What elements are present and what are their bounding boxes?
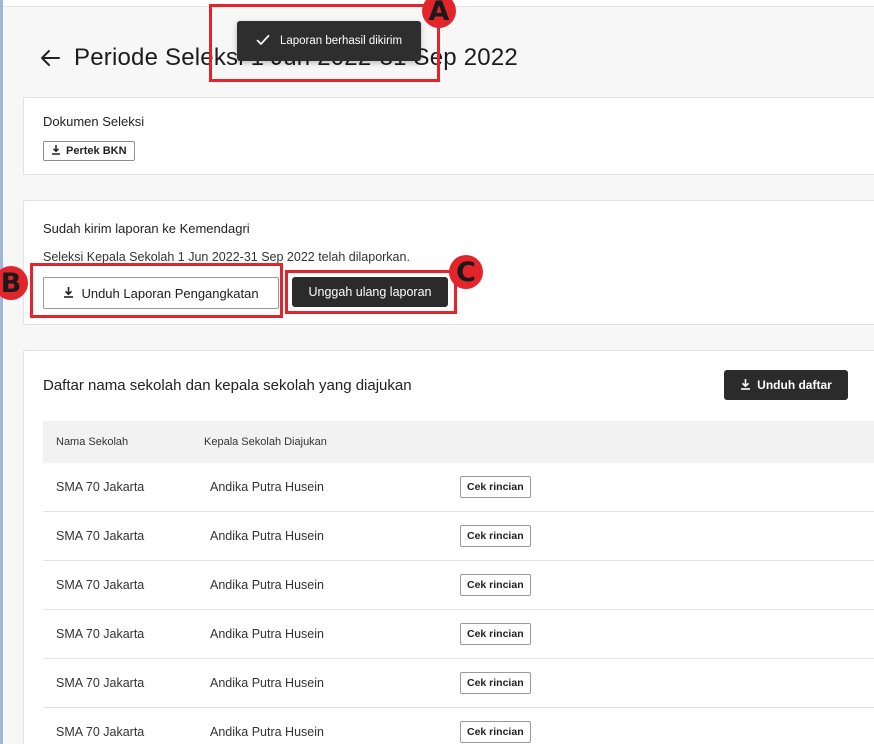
download-icon — [740, 378, 751, 393]
annotation-box-b — [30, 263, 283, 318]
school-name-cell: SMA 70 Jakarta — [56, 480, 145, 494]
principal-name-cell: Andika Putra Husein — [210, 529, 324, 543]
school-table: Nama Sekolah Kepala Sekolah Diajukan SMA… — [43, 421, 874, 744]
annotation-box-a — [209, 4, 440, 82]
pertek-bkn-button[interactable]: Pertek BKN — [43, 141, 135, 161]
school-name-cell: SMA 70 Jakarta — [56, 725, 145, 739]
annotation-box-c — [285, 270, 457, 314]
download-list-button[interactable]: Unduh daftar — [724, 370, 848, 400]
annotation-label-a: A — [422, 0, 456, 28]
pertek-bkn-label: Pertek BKN — [66, 145, 127, 157]
column-header-principal: Kepala Sekolah Diajukan — [204, 436, 327, 448]
table-row: SMA 70 Jakarta Andika Putra Husein Cek r… — [43, 659, 874, 708]
principal-name-cell: Andika Putra Husein — [210, 676, 324, 690]
table-row: SMA 70 Jakarta Andika Putra Husein Cek r… — [43, 610, 874, 659]
report-title: Sudah kirim laporan ke Kemendagri — [43, 221, 250, 236]
detail-button[interactable]: Cek rincian — [460, 623, 531, 645]
report-description: Seleksi Kepala Sekolah 1 Jun 2022-31 Sep… — [43, 250, 410, 264]
annotation-label-c: C — [449, 255, 483, 289]
documents-card: Dokumen Seleksi Pertek BKN — [23, 97, 874, 175]
detail-button[interactable]: Cek rincian — [460, 476, 531, 498]
documents-title: Dokumen Seleksi — [43, 114, 145, 129]
detail-button[interactable]: Cek rincian — [460, 525, 531, 547]
left-frame-edge — [0, 0, 3, 744]
school-name-cell: SMA 70 Jakarta — [56, 529, 145, 543]
school-list-title: Daftar nama sekolah dan kepala sekolah y… — [43, 377, 412, 394]
principal-name-cell: Andika Putra Husein — [210, 578, 324, 592]
column-header-school: Nama Sekolah — [56, 436, 129, 448]
table-row: SMA 70 Jakarta Andika Putra Husein Cek r… — [43, 463, 874, 512]
table-row: SMA 70 Jakarta Andika Putra Husein Cek r… — [43, 708, 874, 744]
principal-name-cell: Andika Putra Husein — [210, 725, 324, 739]
principal-name-cell: Andika Putra Husein — [210, 627, 324, 641]
principal-name-cell: Andika Putra Husein — [210, 480, 324, 494]
detail-button[interactable]: Cek rincian — [460, 672, 531, 694]
table-header: Nama Sekolah Kepala Sekolah Diajukan — [43, 421, 874, 463]
download-list-label: Unduh daftar — [757, 378, 832, 392]
detail-button[interactable]: Cek rincian — [460, 574, 531, 596]
school-name-cell: SMA 70 Jakarta — [56, 578, 145, 592]
table-row: SMA 70 Jakarta Andika Putra Husein Cek r… — [43, 561, 874, 610]
school-name-cell: SMA 70 Jakarta — [56, 676, 145, 690]
download-icon — [51, 144, 61, 158]
school-list-card: Daftar nama sekolah dan kepala sekolah y… — [23, 350, 874, 744]
back-arrow-icon[interactable] — [38, 46, 62, 70]
detail-button[interactable]: Cek rincian — [460, 721, 531, 743]
table-row: SMA 70 Jakarta Andika Putra Husein Cek r… — [43, 512, 874, 561]
school-name-cell: SMA 70 Jakarta — [56, 627, 145, 641]
